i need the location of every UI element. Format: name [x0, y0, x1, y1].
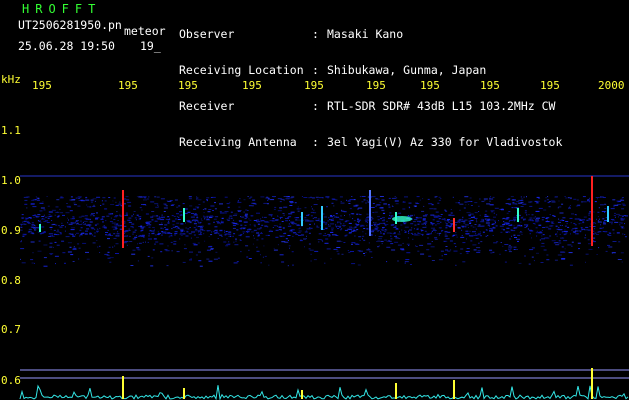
- time-tick-label: 195: [178, 79, 198, 92]
- frequency-tick-label: 0.7: [1, 323, 21, 336]
- frequency-tick-label: 1.1: [1, 124, 21, 137]
- meteor-echoes: [39, 176, 609, 248]
- frequency-tick-label: 0.9: [1, 224, 21, 237]
- frequency-tick-label: 0.8: [1, 274, 21, 287]
- noise-band: [20, 196, 628, 267]
- time-tick-label: 195: [32, 79, 52, 92]
- time-tick-label: 195: [242, 79, 262, 92]
- hrofft-spectrogram-window: HROFFT UT2506281950.pn meteor 25.06.28 1…: [0, 0, 629, 400]
- time-tick-label: 195: [304, 79, 324, 92]
- time-tick-label: 195: [480, 79, 500, 92]
- time-tick-label: 195: [420, 79, 440, 92]
- spectrogram-plot: [19, 175, 629, 400]
- reference-lines: [20, 175, 629, 379]
- time-tick-label: 195: [366, 79, 386, 92]
- time-axis: 195 195 195 195 195 195 195 195 195 2000: [0, 78, 629, 92]
- time-tick-label: 2000: [598, 79, 625, 92]
- amplitude-trace: [19, 368, 629, 400]
- frequency-tick-label: 1.0: [1, 174, 21, 187]
- meteor-echo-head: [392, 216, 412, 222]
- frequency-tick-label: 0.6: [1, 374, 21, 387]
- amplitude-trace-line: [19, 384, 629, 400]
- time-tick-label: 195: [540, 79, 560, 92]
- time-tick-label: 195: [118, 79, 138, 92]
